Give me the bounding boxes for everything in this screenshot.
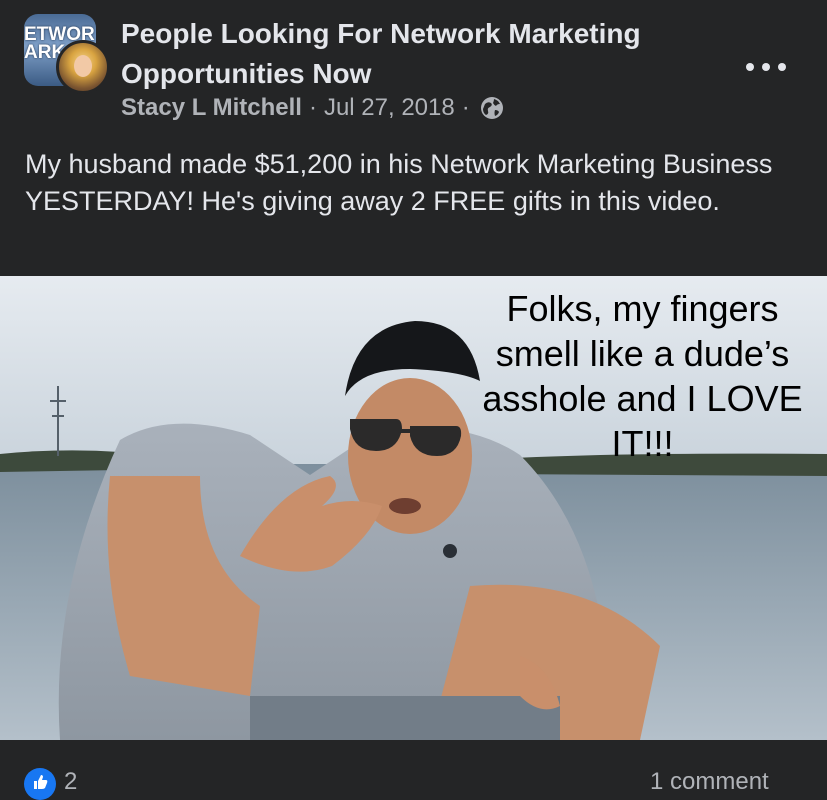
- author-name-link[interactable]: Stacy L Mitchell: [121, 94, 302, 122]
- post-meta: Stacy L Mitchell · Jul 27, 2018 ·: [121, 94, 505, 122]
- like-icon[interactable]: [24, 768, 56, 800]
- more-options-icon[interactable]: [746, 52, 786, 82]
- meta-separator: ·: [461, 94, 470, 121]
- more-dot: [746, 63, 754, 71]
- post-date-link[interactable]: Jul 27, 2018: [324, 94, 455, 122]
- more-dot: [762, 63, 770, 71]
- post-footer: 2 1 comment: [0, 740, 827, 800]
- more-dot: [778, 63, 786, 71]
- video-thumbnail[interactable]: Folks, my fingers smell like a dude’s as…: [0, 276, 827, 740]
- comment-count-link[interactable]: 1 comment: [650, 768, 769, 796]
- globe-icon: [479, 95, 505, 121]
- reaction-count[interactable]: 2: [64, 768, 77, 796]
- post-header: ETWOR ARK People Looking For Network Mar…: [0, 0, 827, 140]
- author-avatar-face: [74, 55, 92, 77]
- meme-caption: Folks, my fingers smell like a dude’s as…: [482, 288, 803, 464]
- meta-separator: ·: [308, 94, 317, 121]
- author-avatar[interactable]: [56, 40, 110, 94]
- group-name-link[interactable]: People Looking For Network Marketing Opp…: [121, 14, 711, 94]
- post-text: My husband made $51,200 in his Network M…: [25, 149, 773, 216]
